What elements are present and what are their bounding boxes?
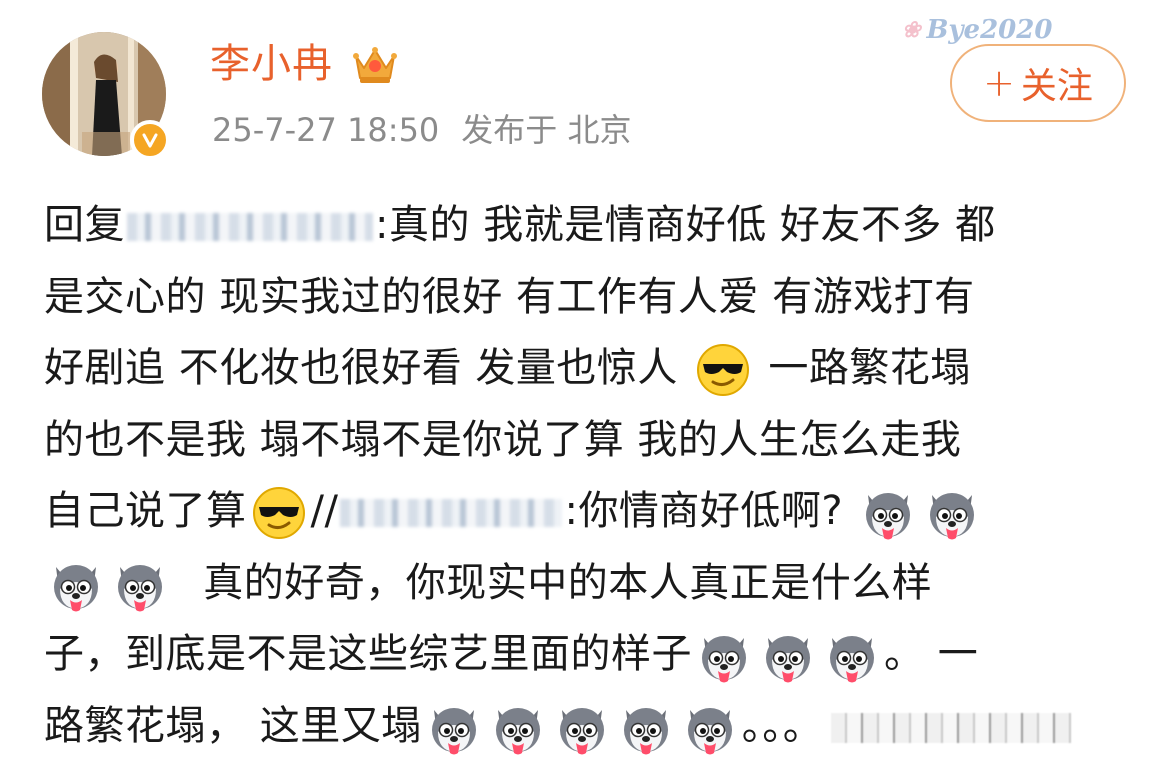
body-text: 子，到底是不是这些综艺里面的样子	[44, 631, 692, 677]
follow-label: 关注	[1020, 66, 1093, 107]
husky-emoji-icon	[48, 557, 104, 613]
redacted-username[interactable]	[127, 213, 373, 241]
crown-icon	[352, 42, 398, 86]
reply-prefix: 回复	[44, 202, 125, 248]
paw-icon: ❀	[902, 17, 921, 43]
redacted-username[interactable]	[340, 499, 563, 527]
husky-emoji-icon	[760, 628, 816, 684]
sunglasses-emoji-icon	[251, 485, 307, 541]
husky-emoji-icon	[696, 628, 752, 684]
sunglasses-emoji-icon	[695, 342, 751, 398]
husky-emoji-icon	[618, 700, 674, 756]
husky-emoji-icon	[824, 628, 880, 684]
husky-emoji-icon	[112, 557, 168, 613]
body-line: 回复:真的 我就是情商好低 好友不多 都	[44, 190, 1134, 262]
body-text: 路繁花塌， 这里又塌	[44, 702, 422, 749]
avatar-container[interactable]	[42, 32, 170, 160]
body-line: 真的好奇，你现实中的本人真正是什么样	[44, 548, 1134, 620]
quoted-text: 你情商好低啊?	[578, 488, 844, 534]
follow-button[interactable]: + 关注	[950, 44, 1126, 122]
plus-icon: +	[983, 61, 1015, 105]
body-text: 。 一	[884, 631, 979, 677]
body-line: 的也不是我 塌不塌不是你说了算 我的人生怎么走我	[44, 405, 1134, 477]
reply-separator: :	[375, 202, 389, 248]
body-line: 路繁花塌， 这里又塌 。。。	[44, 691, 1134, 762]
ellipsis-text: 。。。	[741, 702, 824, 749]
body-text: 的也不是我 塌不塌不是你说了算 我的人生怎么走我	[44, 416, 962, 463]
body-line: 自己说了算 //:你情商好低啊?	[44, 476, 1134, 548]
husky-emoji-icon	[490, 700, 546, 756]
husky-emoji-icon	[682, 700, 738, 756]
husky-emoji-icon	[554, 700, 610, 756]
verified-v-icon	[130, 120, 170, 160]
husky-emoji-icon	[426, 700, 482, 756]
repost-slash: //	[310, 488, 339, 534]
post-body: 回复:真的 我就是情商好低 好友不多 都 是交心的 现实我过的很好 有工作有人爱…	[44, 190, 1134, 762]
body-line: 是交心的 现实我过的很好 有工作有人爱 有游戏打有	[44, 262, 1134, 334]
post-date: 25-7-27 18:50	[212, 111, 440, 149]
husky-emoji-icon	[924, 485, 980, 541]
body-text: 真的好奇，你现实中的本人真正是什么样	[203, 559, 933, 606]
body-line: 子，到底是不是这些综艺里面的样子 。 一	[44, 619, 1134, 691]
author-name[interactable]: 李小冉	[210, 38, 333, 90]
body-text: 好剧追 不化妆也很好看 发量也惊人	[44, 345, 678, 391]
body-text: 自己说了算	[44, 488, 247, 534]
body-text: 是交心的 现实我过的很好 有工作有人爱 有游戏打有	[44, 273, 975, 320]
husky-emoji-icon	[860, 485, 916, 541]
body-line: 好剧追 不化妆也很好看 发量也惊人 一路繁花塌	[44, 333, 1134, 405]
body-text: 真的 我就是情商好低 好友不多 都	[388, 202, 996, 248]
weibo-post: ❀ Bye2020 李小冉 25-7-27 18:50 发布于 北京 + 关注 …	[0, 0, 1170, 762]
quote-separator: :	[564, 488, 579, 534]
post-meta: 25-7-27 18:50 发布于 北京	[212, 108, 653, 152]
watermark-text: Bye2020	[926, 15, 1053, 45]
body-text: 一路繁花塌	[768, 345, 971, 391]
redacted-footer	[831, 712, 1072, 743]
post-location: 发布于 北京	[461, 111, 632, 149]
